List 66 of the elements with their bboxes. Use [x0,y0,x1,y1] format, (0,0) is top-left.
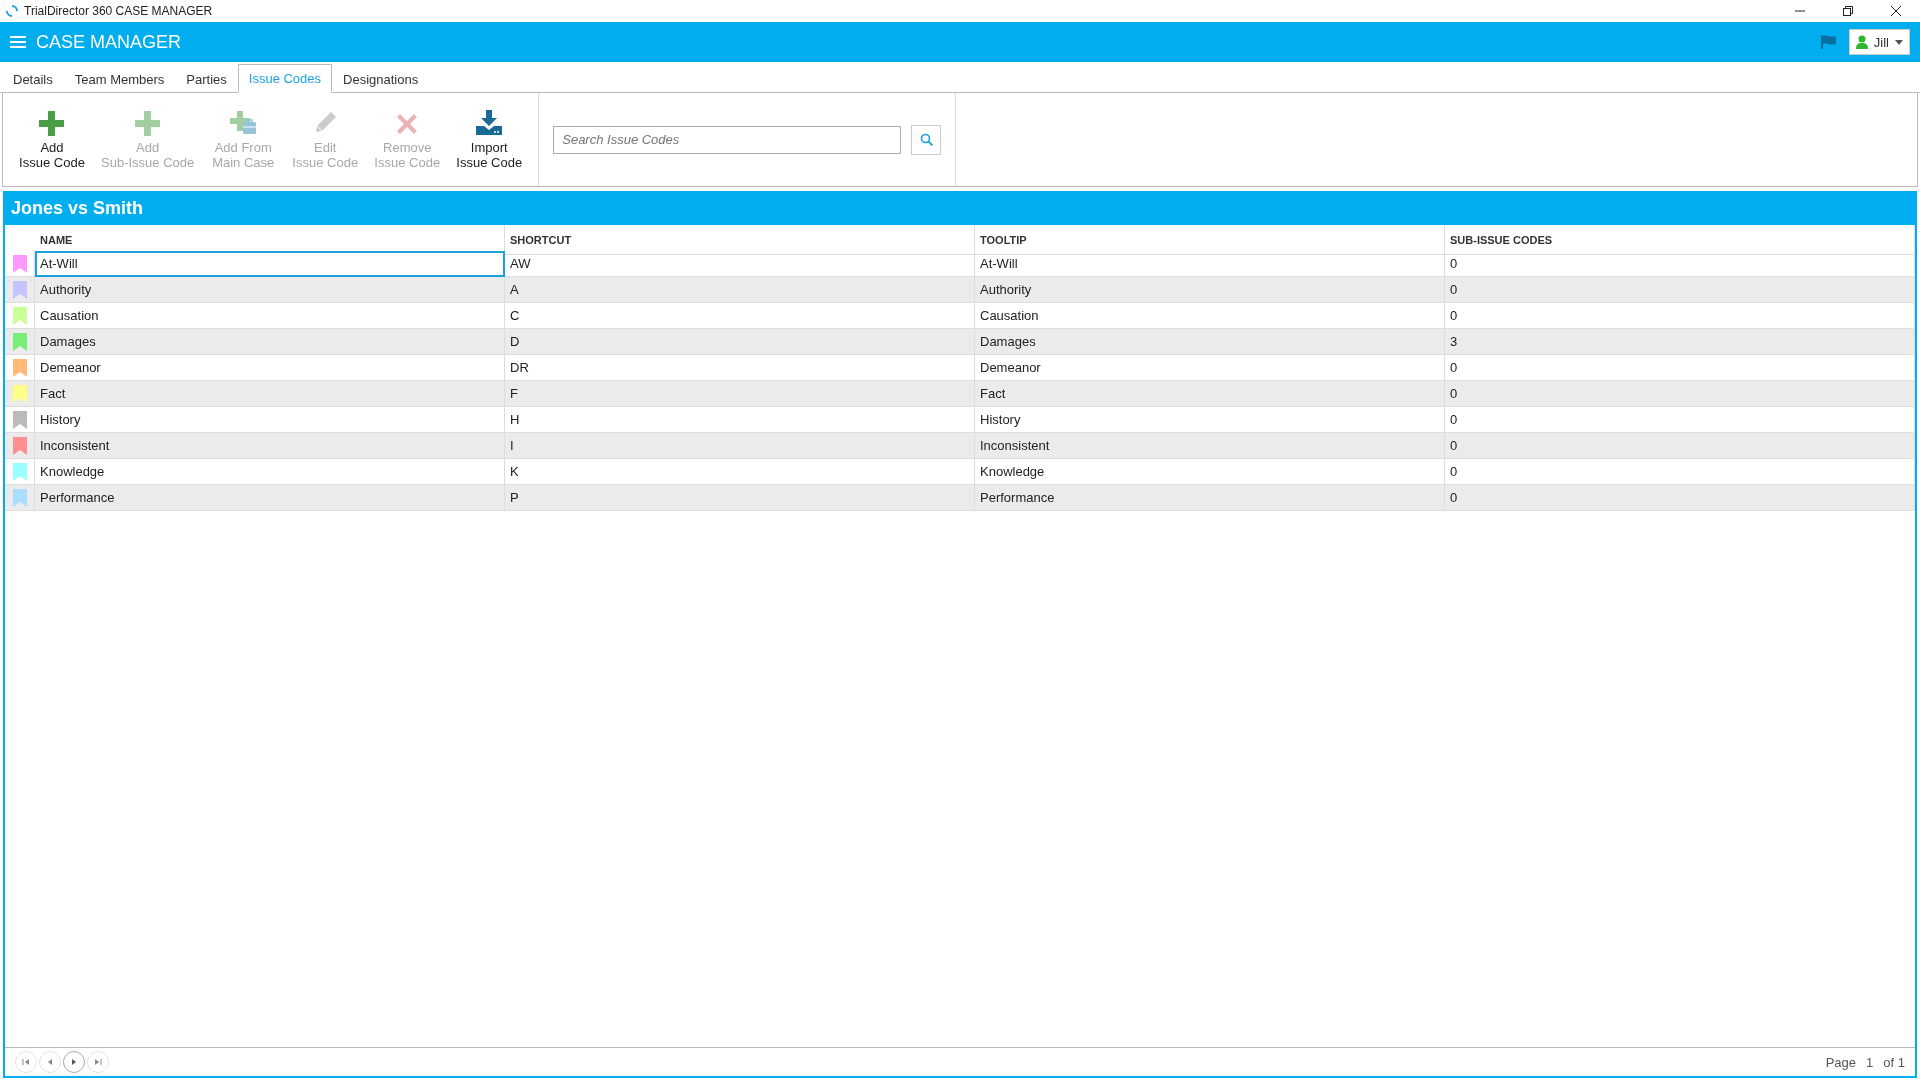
table-cell[interactable]: Damages [35,329,505,355]
table-cell: Fact [975,381,1445,407]
table-cell[interactable]: Performance [35,485,505,511]
bookmark-icon [12,332,27,351]
next-page-icon [70,1058,78,1066]
table-cell: P [505,485,975,511]
table-cell: Damages [975,329,1445,355]
table-cell: I [505,433,975,459]
search-icon [919,133,933,146]
bookmark-icon [12,488,27,507]
page-count: of 1 [1883,1054,1905,1070]
table-cell: 3 [1445,329,1915,355]
table-cell[interactable]: At-Will [35,251,505,277]
pager-button[interactable] [63,1051,85,1073]
toolbar-button[interactable]: Add Issue Code [11,105,93,174]
table-cell: 0 [1445,381,1915,407]
table-cell: F [505,381,975,407]
bookmark-icon [12,436,27,455]
column-header: SHORTCUT [505,225,975,255]
table-cell: 0 [1445,485,1915,511]
window-title: TrialDirector 360 CASE MANAGER [24,4,214,18]
app-logo-icon [6,5,18,17]
column-header: TOOLTIP [975,225,1445,255]
search-field[interactable]: Search Issue Codes [553,125,902,154]
table-cell: Inconsistent [975,433,1445,459]
bookmark-icon [12,410,27,429]
table-cell: 0 [1445,433,1915,459]
bookmark-icon [12,280,27,299]
bookmark-icon [12,384,27,403]
user-icon [1855,35,1868,49]
table-cell: A [505,277,975,303]
table-cell: Performance [975,485,1445,511]
table-cell[interactable]: Fact [35,381,505,407]
first-page-icon [22,1058,30,1066]
bookmark-icon [12,306,27,325]
flag-icon[interactable] [1820,35,1837,49]
plus-icon [38,109,66,136]
column-header: SUB-ISSUE CODES [1445,225,1915,255]
table-cell: D [505,329,975,355]
close-icon[interactable] [1890,5,1902,17]
user-menu-button[interactable]: Jill [1848,29,1910,55]
previous-page-icon [46,1058,54,1066]
bookmark-icon [12,254,27,273]
download-icon [475,109,504,136]
table-cell: Authority [975,277,1445,303]
table-cell[interactable]: Authority [35,277,505,303]
tab[interactable]: Designations [332,65,430,93]
bookmark-icon [12,358,27,377]
caret-icon [1895,39,1903,45]
tab[interactable]: Team Members [63,65,176,93]
last-page-icon [94,1058,102,1066]
plus-briefcase-icon [229,109,258,136]
table-cell[interactable]: Inconsistent [35,433,505,459]
page-number: 1 [1866,1054,1874,1070]
app-title: CASE MANAGER [36,31,183,53]
menu-icon[interactable] [10,35,26,49]
tab[interactable]: Details [2,65,64,93]
plus-icon [133,109,162,136]
table-cell: 0 [1445,277,1915,303]
restore-icon[interactable] [1842,5,1854,17]
search-button[interactable] [911,124,942,155]
case-title: Jones vs Smith [5,191,1915,225]
bookmark-icon [12,462,27,481]
tab[interactable]: Parties [175,65,238,93]
page-label: Page [1825,1054,1857,1070]
toolbar-button[interactable]: Import Issue Code [448,105,531,174]
